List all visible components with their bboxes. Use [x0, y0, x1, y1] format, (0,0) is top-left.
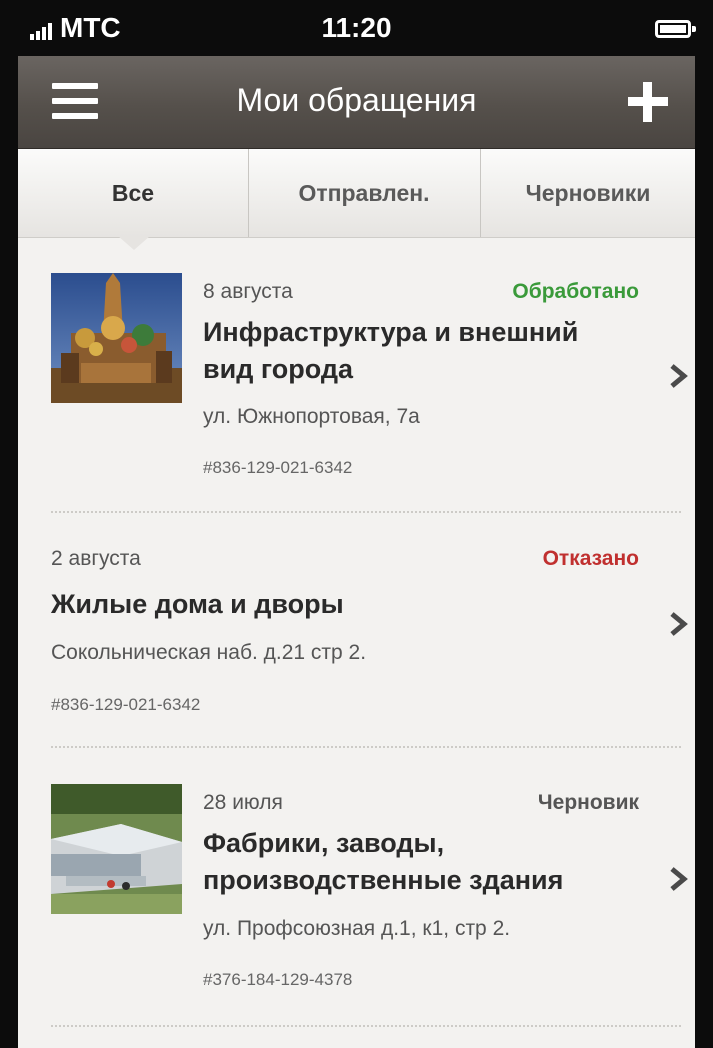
- tab-drafts[interactable]: Черновики: [481, 149, 695, 237]
- item-date: 2 августа: [51, 547, 141, 570]
- list-divider: [51, 1025, 681, 1027]
- item-address: Сокольническая наб. д.21 стр 2.: [51, 641, 367, 664]
- list-divider: [51, 511, 681, 513]
- item-number: #836-129-021-6342: [51, 695, 201, 714]
- status-badge: Отказано: [542, 547, 639, 570]
- chevron-right-icon: [670, 867, 688, 891]
- battery-icon: [655, 20, 696, 38]
- cathedral-photo: [51, 273, 182, 403]
- status-time: 11:20: [321, 12, 392, 43]
- item-title-line2: вид города: [203, 354, 354, 384]
- item-address: ул. Южнопортовая, 7а: [203, 405, 420, 428]
- chevron-right-icon: [670, 364, 688, 388]
- list-divider: [51, 746, 681, 748]
- status-badge: Черновик: [537, 791, 639, 814]
- phone-frame: МТС 11:20 Мои обращения Все Отправлен. Ч…: [0, 0, 713, 1048]
- item-title: Фабрики, заводы,: [203, 828, 445, 858]
- status-badge: Обработано: [512, 280, 639, 303]
- chevron-right-icon: [670, 612, 688, 636]
- item-number: #376-184-129-4378: [203, 970, 353, 989]
- status-bar: МТС 11:20: [0, 0, 713, 56]
- item-date: 8 августа: [203, 280, 293, 303]
- page-title: Мои обращения: [236, 82, 477, 118]
- item-title-line2: производственные здания: [203, 865, 564, 895]
- add-request-button[interactable]: [628, 82, 668, 122]
- list-item[interactable]: 8 августа Обработано Инфраструктура и вн…: [18, 238, 695, 508]
- list-item[interactable]: 2 августа Отказано Жилые дома и дворы Со…: [18, 514, 695, 749]
- tab-sent[interactable]: Отправлен.: [249, 149, 479, 237]
- navigation-bar: Мои обращения: [18, 56, 695, 149]
- item-number: #836-129-021-6342: [203, 458, 353, 477]
- factory-photo: [51, 784, 182, 914]
- tab-all[interactable]: Все: [18, 149, 248, 237]
- item-address: ул. Профсоюзная д.1, к1, стр 2.: [203, 917, 511, 940]
- item-title: Жилые дома и дворы: [51, 589, 344, 619]
- filter-tabs: Все Отправлен. Черновики: [18, 149, 695, 238]
- item-date: 28 июля: [203, 791, 283, 814]
- app-screen: Мои обращения Все Отправлен. Черновики 8…: [18, 56, 695, 1048]
- item-title: Инфраструктура и внешний: [203, 317, 579, 347]
- list-item[interactable]: 28 июля Черновик Фабрики, заводы, произв…: [18, 749, 695, 1029]
